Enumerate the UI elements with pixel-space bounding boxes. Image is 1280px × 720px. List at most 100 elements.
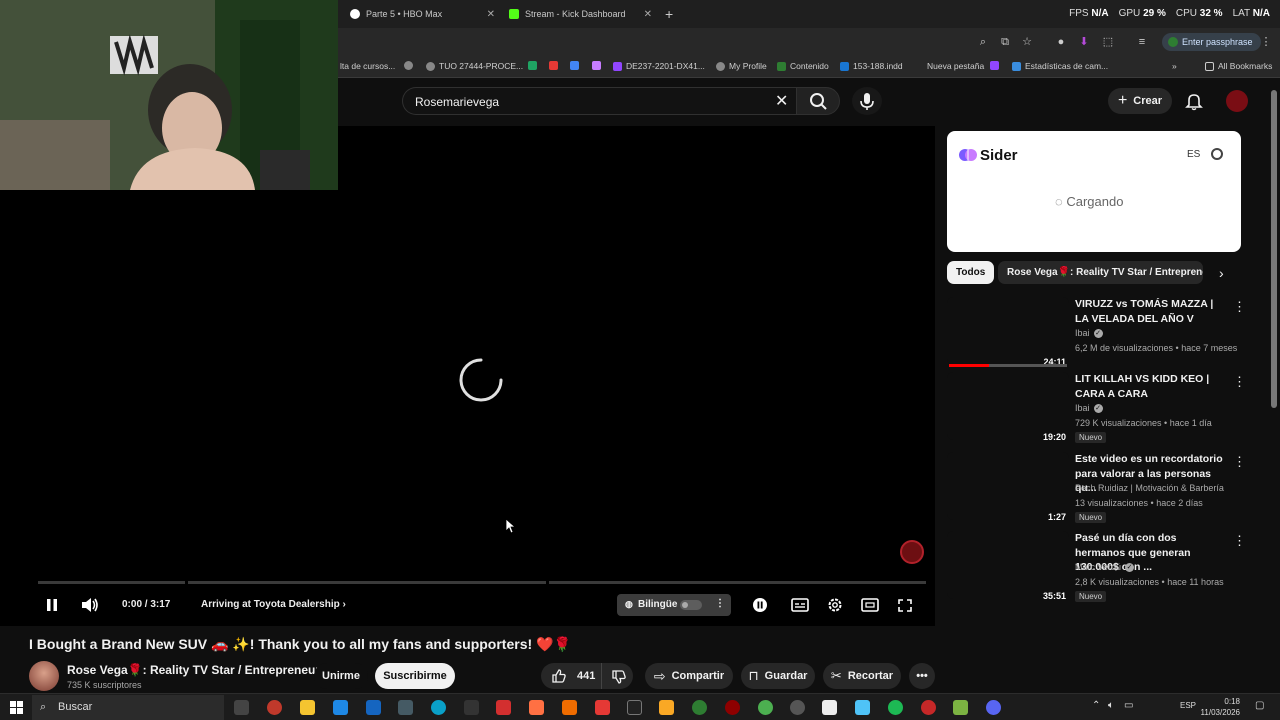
- progress-bar[interactable]: [38, 581, 926, 584]
- clear-search-icon[interactable]: ✕: [775, 91, 788, 111]
- channel-name[interactable]: Ibai: [1075, 403, 1090, 413]
- install-app-icon[interactable]: ⧉: [999, 36, 1011, 48]
- tab-kick-dashboard[interactable]: Stream - Kick Dashboard ✕: [509, 4, 652, 24]
- save-button[interactable]: ⊓ Guardar: [741, 663, 815, 689]
- close-tab-icon[interactable]: ✕: [644, 9, 652, 20]
- all-bookmarks-button[interactable]: All Bookmarks: [1205, 61, 1272, 71]
- download-extension-icon[interactable]: ⬇: [1078, 36, 1090, 48]
- app-icon[interactable]: [725, 700, 740, 715]
- more-actions-button[interactable]: •••: [909, 663, 935, 689]
- bookmark-item[interactable]: [549, 61, 558, 70]
- spotify-icon[interactable]: [888, 700, 903, 715]
- task-view-icon[interactable]: [234, 700, 249, 715]
- bookmark-item[interactable]: My Profile: [716, 61, 767, 71]
- more-options-icon[interactable]: ⋮: [1233, 533, 1246, 549]
- share-button[interactable]: ⇨ Compartir: [645, 663, 733, 689]
- channel-name[interactable]: Marc Verdú: [1075, 562, 1121, 572]
- chip-all[interactable]: Todos: [947, 261, 995, 284]
- recommendation-item[interactable]: 35:51 Pasé un día con dos hermanos que g…: [947, 531, 1247, 607]
- extensions-puzzle-icon[interactable]: ⬚: [1102, 36, 1114, 48]
- chevron-right-icon[interactable]: ›: [1219, 265, 1224, 281]
- video-title[interactable]: LIT KILLAH VS KIDD KEO | CARA A CARA: [1075, 372, 1225, 401]
- chapter-segment[interactable]: [549, 581, 926, 584]
- app-icon[interactable]: [855, 700, 870, 715]
- bookmark-item[interactable]: [570, 61, 579, 70]
- chrome-icon[interactable]: [758, 700, 773, 715]
- autoplay-toggle[interactable]: [751, 596, 771, 614]
- channel-avatar[interactable]: [29, 661, 59, 691]
- more-options-icon[interactable]: ⋮: [715, 598, 725, 609]
- channel-watermark[interactable]: [900, 540, 924, 564]
- video-thumbnail[interactable]: [947, 297, 1069, 365]
- bookmark-item[interactable]: lta de cursos...: [340, 61, 395, 71]
- new-tab-button[interactable]: +: [665, 4, 673, 24]
- chapter-segment[interactable]: [188, 581, 546, 584]
- voice-search-button[interactable]: [852, 87, 882, 115]
- notifications-bell-icon[interactable]: [1184, 91, 1204, 111]
- channel-name[interactable]: Ibai: [1075, 328, 1090, 338]
- taskbar-clock[interactable]: 0:18 11/03/2026: [1200, 696, 1240, 718]
- join-button[interactable]: Unirme: [314, 663, 368, 689]
- more-options-icon[interactable]: ⋮: [1233, 299, 1246, 315]
- bookmark-star-icon[interactable]: ☆: [1021, 36, 1033, 48]
- bookmarks-overflow-chevron-icon[interactable]: »: [1172, 61, 1177, 71]
- bilingual-subtitles-control[interactable]: ◍ Bilingüe ⋮: [617, 594, 731, 616]
- video-title[interactable]: VIRUZZ vs TOMÁS MAZZA | LA VELADA DEL AÑ…: [1075, 297, 1225, 326]
- discord-icon[interactable]: [986, 700, 1001, 715]
- passphrase-button[interactable]: Enter passphrase: [1162, 33, 1261, 51]
- video-thumbnail[interactable]: [947, 531, 1069, 599]
- file-explorer-icon[interactable]: [300, 700, 315, 715]
- subtitles-button[interactable]: [790, 596, 810, 614]
- speaker-icon[interactable]: 🔈︎: [1108, 700, 1114, 711]
- notification-center-icon[interactable]: ▢: [1255, 700, 1264, 711]
- windows-start-icon[interactable]: [10, 701, 23, 714]
- video-thumbnail[interactable]: [947, 452, 1069, 520]
- app-icon[interactable]: [496, 700, 511, 715]
- bookmark-item[interactable]: [404, 61, 413, 70]
- bilingual-toggle[interactable]: [680, 600, 702, 610]
- channel-name[interactable]: Rose Vega🌹: Reality TV Star / Entreprene…: [67, 663, 320, 677]
- recommendation-item[interactable]: 24:11 VIRUZZ vs TOMÁS MAZZA | LA VELADA …: [947, 297, 1247, 373]
- menu-kebab-icon[interactable]: ⋮: [1260, 36, 1272, 48]
- app-icon[interactable]: [822, 700, 837, 715]
- search-button[interactable]: [796, 87, 840, 115]
- sider-settings-icon[interactable]: [1211, 148, 1223, 160]
- bookmark-item[interactable]: Nueva pestaña: [927, 61, 984, 71]
- app-icon[interactable]: [529, 700, 544, 715]
- theater-mode-button[interactable]: [860, 596, 880, 614]
- bookmark-item[interactable]: DE237-2201-DX41...: [613, 61, 705, 71]
- channel-name[interactable]: Pech Ruidiaz | Motivación & Barbería: [1075, 483, 1224, 493]
- more-options-icon[interactable]: ⋮: [1233, 374, 1246, 390]
- tab-hbo-max[interactable]: Parte 5 • HBO Max ✕: [350, 4, 495, 24]
- fullscreen-button[interactable]: [895, 596, 915, 614]
- bookmark-item[interactable]: [592, 61, 601, 70]
- tray-chevron-icon[interactable]: ⌃: [1092, 700, 1100, 711]
- epic-games-icon[interactable]: [627, 700, 642, 715]
- keyboard-language[interactable]: ESP: [1180, 701, 1196, 710]
- app-icon[interactable]: [562, 700, 577, 715]
- clip-button[interactable]: ✂ Recortar: [823, 663, 901, 689]
- app-icon[interactable]: [366, 700, 381, 715]
- settings-button[interactable]: [825, 596, 845, 614]
- bookmark-item[interactable]: [990, 61, 999, 70]
- app-icon[interactable]: [464, 700, 479, 715]
- taskbar-search[interactable]: ⌕ Buscar: [32, 695, 224, 720]
- sider-language-button[interactable]: ES: [1187, 149, 1200, 160]
- folder-icon[interactable]: [659, 700, 674, 715]
- pdf-icon[interactable]: [595, 700, 610, 715]
- zoom-icon[interactable]: ⌕: [977, 36, 989, 48]
- tab-search-icon[interactable]: ≡: [1136, 36, 1148, 48]
- app-icon[interactable]: [267, 700, 282, 715]
- bookmark-item[interactable]: TUO 27444-PROCE...: [426, 61, 523, 71]
- bookmark-item[interactable]: 153-188.indd: [840, 61, 903, 71]
- close-tab-icon[interactable]: ✕: [487, 9, 495, 20]
- bookmark-item[interactable]: Estadísticas de cam...: [1012, 61, 1108, 71]
- bookmark-item[interactable]: [528, 61, 537, 70]
- more-options-icon[interactable]: ⋮: [1233, 454, 1246, 470]
- search-input[interactable]: Rosemarievega: [415, 95, 499, 109]
- subscribe-button[interactable]: Suscribirme: [375, 663, 455, 689]
- chapter-segment[interactable]: [38, 581, 185, 584]
- recommendation-item[interactable]: 19:20 LIT KILLAH VS KIDD KEO | CARA A CA…: [947, 372, 1247, 448]
- bookmark-item[interactable]: Contenido: [777, 61, 829, 71]
- app-icon[interactable]: [921, 700, 936, 715]
